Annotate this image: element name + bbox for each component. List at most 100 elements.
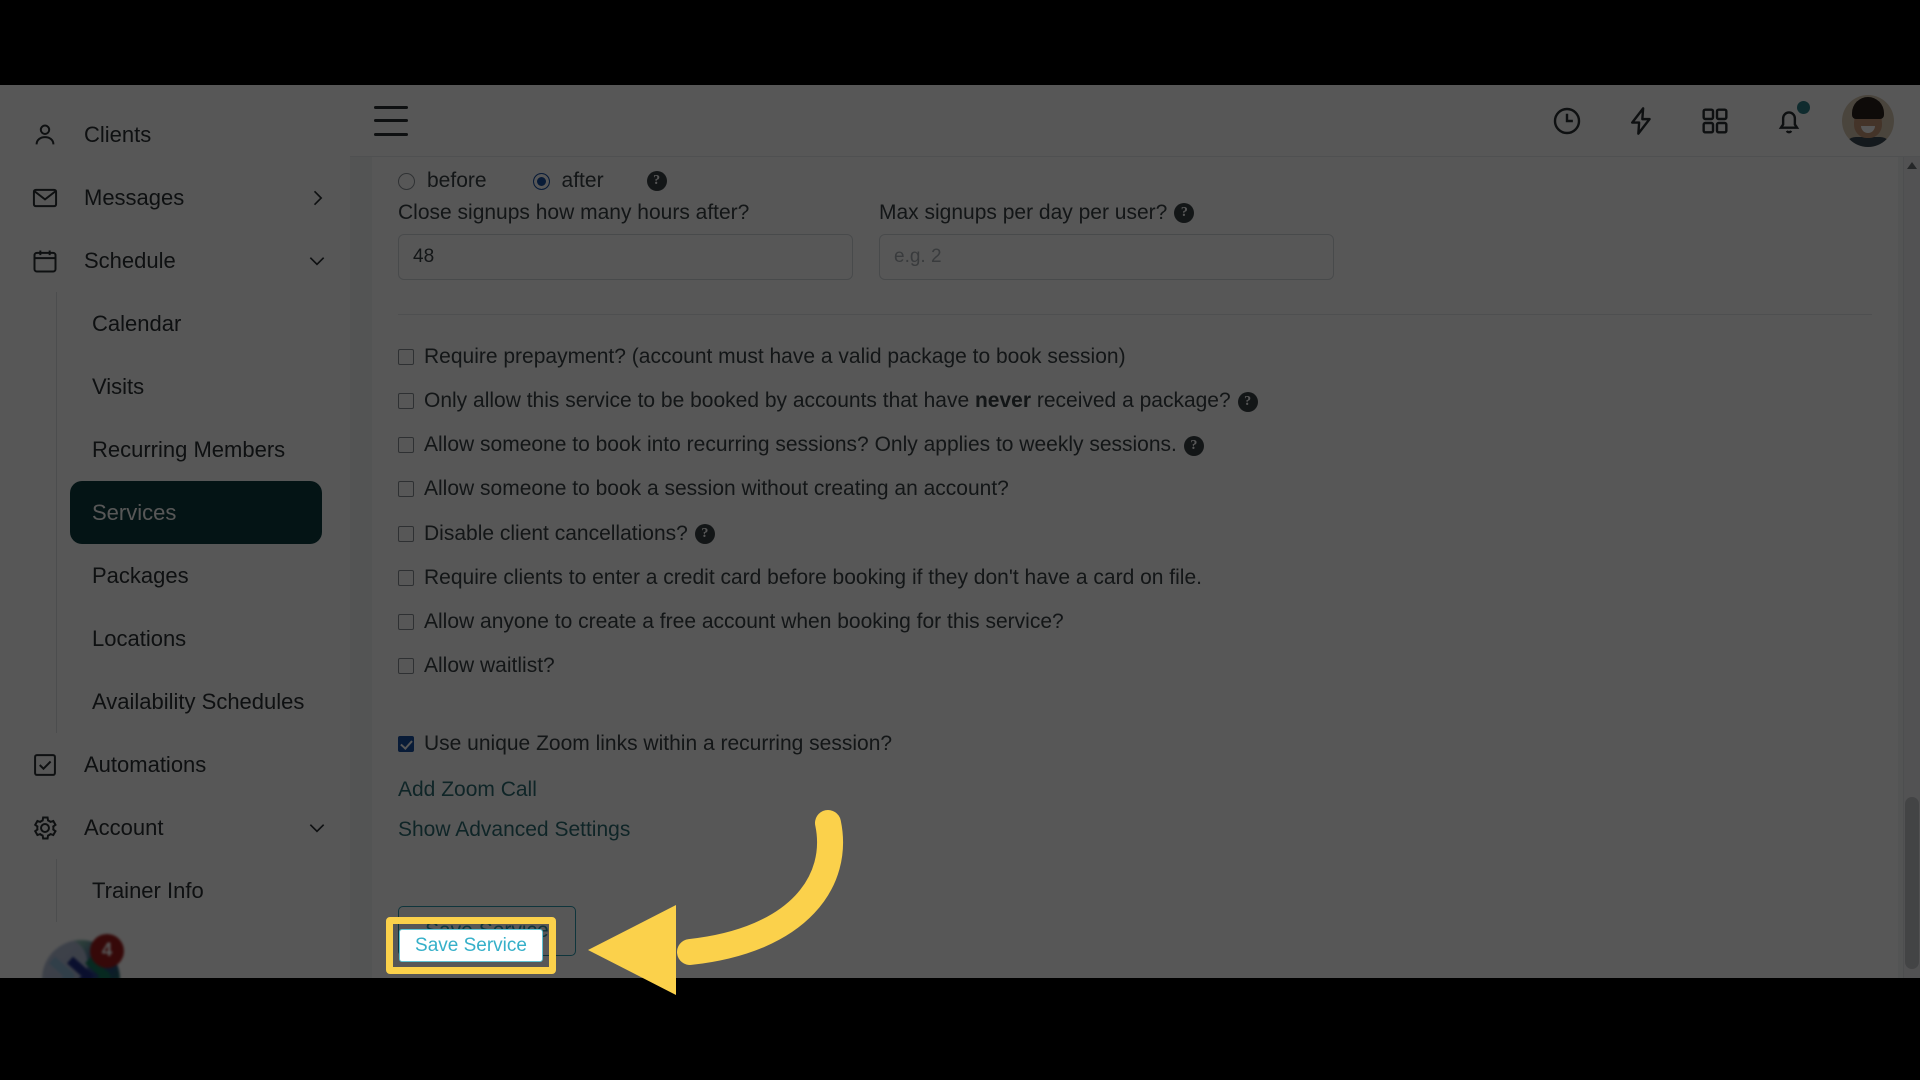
help-icon[interactable]: ? <box>1183 435 1204 456</box>
max-signups-label-text: Max signups per day per user? <box>879 201 1168 224</box>
checkbox-label-text: Disable client cancellations? <box>424 521 688 545</box>
checkbox-row-require-prepayment[interactable]: Require prepayment? (account must have a… <box>398 335 1872 379</box>
hamburger-line <box>374 119 408 122</box>
radio-before[interactable] <box>398 172 415 190</box>
help-icon[interactable]: ? <box>646 171 667 191</box>
checkbox-row-require-credit-card[interactable]: Require clients to enter a credit card b… <box>398 556 1872 600</box>
checkbox-row-disable-client-cancellations[interactable]: Disable client cancellations?? <box>398 512 1872 556</box>
notification-dot <box>1797 100 1810 114</box>
lightning-bolt-icon[interactable] <box>1622 102 1660 140</box>
checkbox-label-post: received a package? <box>1031 389 1231 413</box>
checkbox-box[interactable] <box>398 393 414 410</box>
scroll-up-arrow-icon[interactable] <box>1907 162 1917 169</box>
checkbox-label: Allow waitlist? <box>424 653 555 677</box>
checkbox-row-book-recurring-sessions[interactable]: Allow someone to book into recurring ses… <box>398 423 1872 467</box>
bell-icon[interactable] <box>1770 100 1810 140</box>
zoom-integration-section: Use unique Zoom links within a recurring… <box>372 724 1898 846</box>
checkbox-row-never-received-package[interactable]: Only allow this service to be booked by … <box>398 379 1872 423</box>
sidebar-item-calendar[interactable]: Calendar <box>56 292 322 355</box>
checkbox-label: Require clients to enter a credit card b… <box>424 565 1202 589</box>
sidebar-subitem-label: Trainer Info <box>92 877 204 903</box>
checkbox-box[interactable] <box>398 569 414 586</box>
sidebar-subitem-label: Calendar <box>92 310 182 336</box>
sidebar-item-clients[interactable]: Clients <box>0 103 350 166</box>
chevron-right-icon <box>306 187 328 209</box>
letterbox-top <box>0 0 1920 85</box>
sidebar-item-locations[interactable]: Locations <box>56 607 322 670</box>
save-service-button-highlighted[interactable]: Save Service <box>399 929 543 962</box>
close-signups-label: Close signups how many hours after? <box>398 201 750 224</box>
scrollbar-thumb[interactable] <box>1905 797 1919 969</box>
gear-icon <box>28 811 62 845</box>
sidebar-item-label: Schedule <box>84 247 176 273</box>
apps-grid-icon[interactable] <box>1696 102 1734 140</box>
checkbox-box[interactable] <box>398 437 414 454</box>
checkbox-row-unique-zoom-links[interactable]: Use unique Zoom links within a recurring… <box>398 730 1872 766</box>
checkbox-label-bold: never <box>974 389 1032 413</box>
checkbox-row-book-without-account[interactable]: Allow someone to book a session without … <box>398 467 1872 511</box>
application-window: Clients Messages Schedule Calendar Visit… <box>0 85 1920 978</box>
checkbox-label-text: Allow someone to book into recurring ses… <box>424 433 1177 457</box>
checkbox-box[interactable] <box>398 613 414 630</box>
signup-timing-radios: before after ? <box>372 157 1898 195</box>
content-scroll-area[interactable]: before after ? Close signups how many ho… <box>350 157 1920 978</box>
help-icon[interactable]: ? <box>694 524 715 545</box>
checkbox-row-allow-free-account[interactable]: Allow anyone to create a free account wh… <box>398 600 1872 644</box>
letterbox-bottom <box>0 978 1920 1080</box>
sidebar-item-services[interactable]: Services <box>70 481 322 544</box>
max-signups-label: Max signups per day per user?? <box>879 201 1334 225</box>
sidebar-item-automations[interactable]: Automations <box>0 733 350 796</box>
close-signups-field: Close signups how many hours after? <box>398 201 853 280</box>
checkbox-box[interactable] <box>398 481 414 498</box>
avatar[interactable] <box>1842 94 1894 147</box>
vertical-scrollbar[interactable] <box>1903 157 1920 978</box>
checkbox-box[interactable] <box>398 525 414 542</box>
checkbox-label: Require prepayment? (account must have a… <box>424 345 1126 368</box>
help-icon[interactable]: ? <box>1174 203 1195 224</box>
checkbox-label: Allow someone to book a session without … <box>424 477 1009 501</box>
sidebar-item-recurring-members[interactable]: Recurring Members <box>56 418 322 481</box>
sidebar-item-trainer-info[interactable]: Trainer Info <box>56 859 322 922</box>
max-signups-input[interactable] <box>879 234 1334 280</box>
envelope-icon <box>28 181 62 215</box>
checkbox-label: Use unique Zoom links within a recurring… <box>424 732 893 756</box>
checkbox-label: Allow someone to book into recurring ses… <box>424 433 1204 457</box>
top-bar <box>350 85 1920 157</box>
sidebar-subitem-label: Visits <box>92 373 145 399</box>
sidebar-subitem-label: Recurring Members <box>92 436 286 462</box>
chevron-down-icon <box>306 817 328 839</box>
sidebar-item-availability-schedules[interactable]: Availability Schedules <box>56 670 322 733</box>
sidebar-item-label: Messages <box>84 184 185 210</box>
sidebar-item-visits[interactable]: Visits <box>56 355 322 418</box>
avatar-body <box>1844 136 1892 147</box>
sidebar-item-packages[interactable]: Packages <box>56 544 322 607</box>
sidebar-item-schedule[interactable]: Schedule <box>0 229 350 292</box>
checkbox-box[interactable] <box>398 736 414 753</box>
main-region: before after ? Close signups how many ho… <box>350 85 1920 978</box>
avatar-hair <box>1852 96 1884 119</box>
sidebar: Clients Messages Schedule Calendar Visit… <box>0 85 350 978</box>
checkbox-label: Only allow this service to be booked by … <box>424 389 1258 413</box>
clock-icon[interactable] <box>1548 102 1586 140</box>
sidebar-item-messages[interactable]: Messages <box>0 166 350 229</box>
sidebar-item-account[interactable]: Account <box>0 796 350 859</box>
add-zoom-call-link[interactable]: Add Zoom Call <box>398 766 1872 806</box>
checkbox-box[interactable] <box>398 657 414 674</box>
floating-app-icon[interactable]: 4 <box>42 934 124 978</box>
checkbox-square-icon <box>28 748 62 782</box>
hamburger-icon[interactable] <box>374 105 408 136</box>
close-signups-input[interactable] <box>398 234 853 280</box>
checkbox-box[interactable] <box>398 349 414 365</box>
booking-options-checkbox-list: Require prepayment? (account must have a… <box>372 315 1898 694</box>
help-icon[interactable]: ? <box>1237 391 1258 412</box>
radio-after[interactable] <box>532 172 550 190</box>
sidebar-subitem-label: Services <box>92 499 177 525</box>
screenshot-stage: Clients Messages Schedule Calendar Visit… <box>0 0 1920 1080</box>
sidebar-subitem-label: Availability Schedules <box>92 688 305 714</box>
show-advanced-settings-link[interactable]: Show Advanced Settings <box>398 806 1872 846</box>
max-signups-field: Max signups per day per user?? <box>879 201 1334 280</box>
checkbox-label-pre: Only allow this service to be booked by … <box>424 389 975 413</box>
sidebar-subitem-label: Locations <box>92 625 187 651</box>
checkbox-row-allow-waitlist[interactable]: Allow waitlist? <box>398 644 1872 688</box>
sidebar-subnav-schedule: Calendar Visits Recurring Members Servic… <box>56 292 350 733</box>
